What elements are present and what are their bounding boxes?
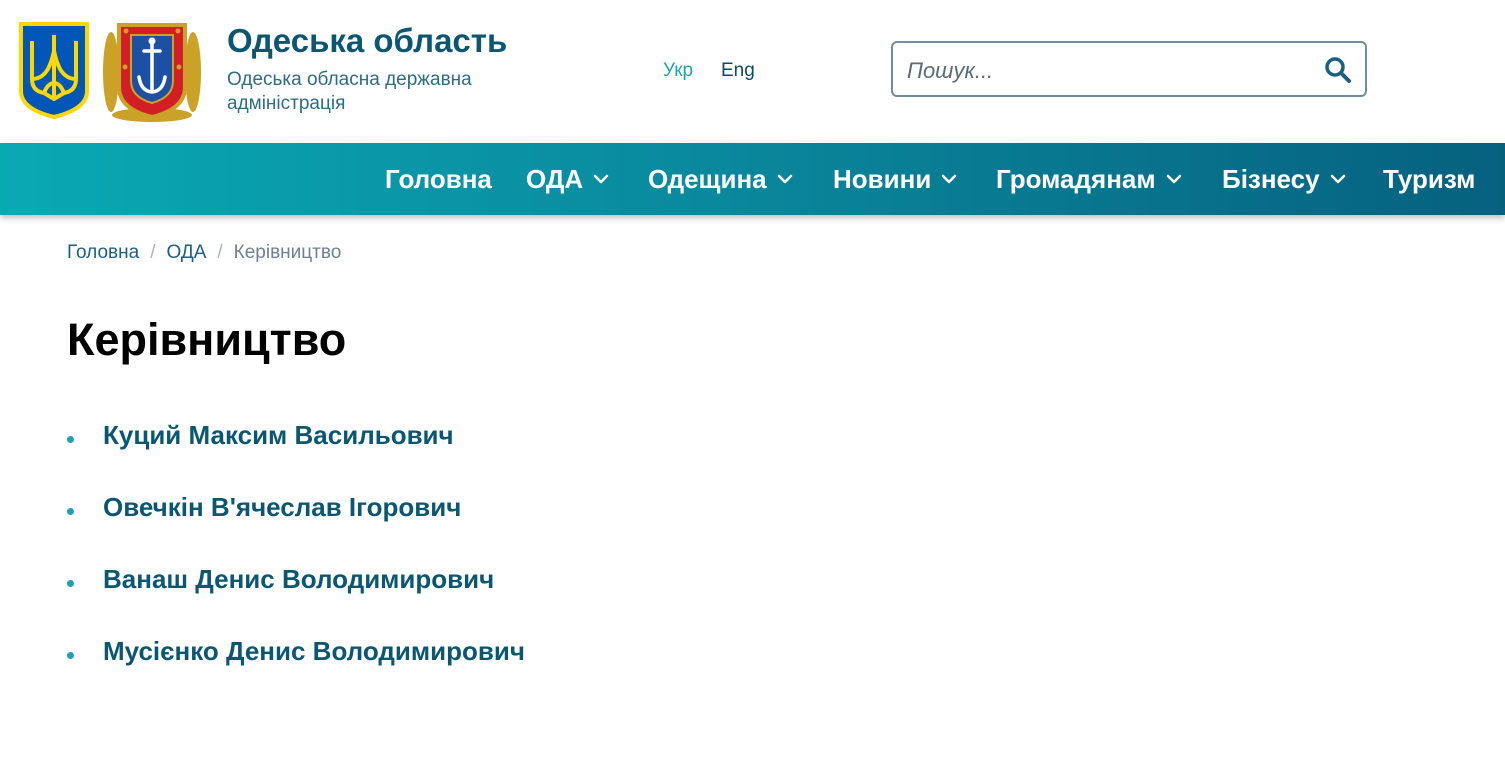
chevron-down-icon bbox=[777, 174, 792, 184]
nav-item-oda[interactable]: ОДА bbox=[526, 143, 609, 215]
list-item: Куций Максим Васильович bbox=[67, 420, 525, 492]
nav-item-label: Новини bbox=[833, 164, 932, 194]
chevron-down-icon bbox=[942, 174, 957, 184]
breadcrumb: Головна / ОДА / Керівництво bbox=[67, 242, 341, 264]
ukraine-coat-of-arms-icon[interactable] bbox=[18, 21, 90, 119]
leader-link[interactable]: Мусієнко Денис Володимирович bbox=[103, 636, 525, 666]
nav-item-tourism[interactable]: Туризм bbox=[1383, 143, 1475, 215]
nav-item-label: Туризм bbox=[1383, 164, 1476, 194]
page-title: Керівництво bbox=[67, 314, 347, 365]
nav-item-citizens[interactable]: Громадянам bbox=[996, 143, 1182, 215]
leader-link[interactable]: Овечкін В'ячеслав Ігорович bbox=[103, 492, 461, 522]
nav-item-odeshchyna[interactable]: Одещина bbox=[648, 143, 793, 215]
site-subtitle: Одеська обласна державна адміністрація bbox=[227, 69, 472, 114]
bullet-icon bbox=[67, 580, 74, 587]
list-item: Овечкін В'ячеслав Ігорович bbox=[67, 492, 525, 564]
odesa-coat-of-arms-icon[interactable] bbox=[101, 17, 203, 122]
breadcrumb-home-link[interactable]: Головна bbox=[67, 242, 139, 263]
search-box bbox=[891, 41, 1367, 97]
search-input[interactable] bbox=[905, 51, 1309, 91]
language-ukr-link[interactable]: Укр bbox=[663, 60, 693, 82]
breadcrumb-separator: / bbox=[150, 242, 156, 263]
nav-item-news[interactable]: Новини bbox=[833, 143, 957, 215]
bullet-icon bbox=[67, 652, 74, 659]
language-eng-link[interactable]: Eng bbox=[721, 60, 755, 82]
nav-item-label: ОДА bbox=[526, 164, 584, 194]
nav-item-label: Громадянам bbox=[996, 164, 1156, 194]
nav-item-label: Бізнесу bbox=[1222, 164, 1320, 194]
bullet-icon bbox=[67, 436, 74, 443]
nav-item-label: Головна bbox=[385, 164, 492, 194]
main-navigation: Головна ОДА Одещина Новини Громадянам Бі… bbox=[0, 143, 1505, 215]
chevron-down-icon bbox=[1166, 174, 1181, 184]
leader-link[interactable]: Куций Максим Васильович bbox=[103, 420, 454, 450]
chevron-down-icon bbox=[593, 174, 609, 184]
leaders-list: Куций Максим Васильович Овечкін В'ячесла… bbox=[67, 420, 525, 708]
list-item: Ванаш Денис Володимирович bbox=[67, 564, 525, 636]
nav-item-home[interactable]: Головна bbox=[385, 143, 492, 215]
nav-item-business[interactable]: Бізнесу bbox=[1222, 143, 1346, 215]
list-item: Мусієнко Денис Володимирович bbox=[67, 636, 525, 708]
chevron-down-icon bbox=[1330, 174, 1345, 184]
breadcrumb-current: Керівництво bbox=[233, 242, 342, 263]
nav-item-label: Одещина bbox=[648, 164, 767, 194]
site-header: Одеська область Одеська обласна державна… bbox=[0, 0, 1505, 143]
site-title[interactable]: Одеська область bbox=[227, 22, 507, 60]
search-icon[interactable] bbox=[1323, 55, 1353, 85]
bullet-icon bbox=[67, 508, 74, 515]
leader-link[interactable]: Ванаш Денис Володимирович bbox=[103, 564, 494, 594]
breadcrumb-separator: / bbox=[217, 242, 223, 263]
breadcrumb-oda-link[interactable]: ОДА bbox=[166, 242, 206, 263]
